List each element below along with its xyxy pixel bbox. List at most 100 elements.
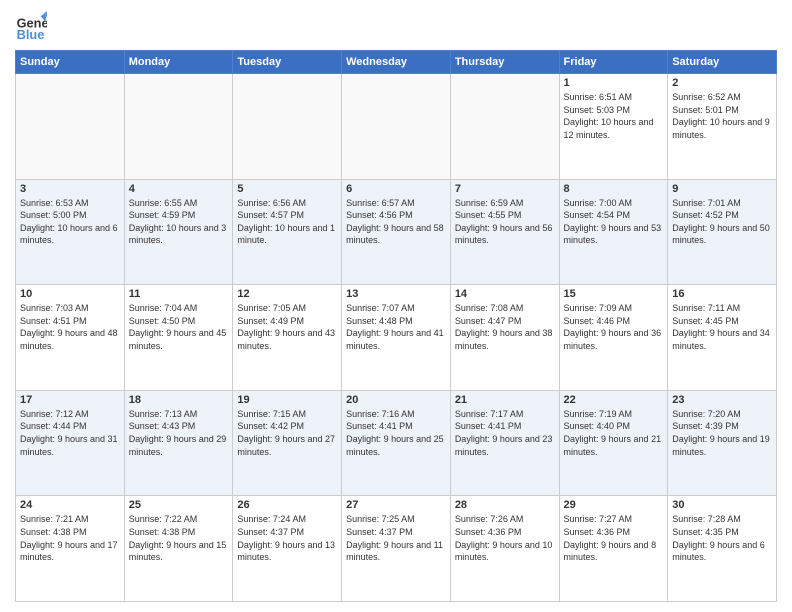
calendar-cell: 6 Sunrise: 6:57 AM Sunset: 4:56 PM Daylig…	[342, 179, 451, 285]
day-number: 22	[564, 394, 664, 406]
day-number: 18	[129, 394, 229, 406]
day-info: Sunrise: 7:11 AM Sunset: 4:45 PM Dayligh…	[672, 302, 772, 352]
calendar-week-3: 10 Sunrise: 7:03 AM Sunset: 4:51 PM Dayli…	[16, 285, 777, 391]
calendar-header-saturday: Saturday	[668, 51, 777, 74]
day-info: Sunrise: 7:12 AM Sunset: 4:44 PM Dayligh…	[20, 408, 120, 458]
calendar-cell: 8 Sunrise: 7:00 AM Sunset: 4:54 PM Daylig…	[559, 179, 668, 285]
calendar-header-tuesday: Tuesday	[233, 51, 342, 74]
day-number: 29	[564, 499, 664, 511]
calendar-cell: 11 Sunrise: 7:04 AM Sunset: 4:50 PM Dayli…	[124, 285, 233, 391]
calendar-cell: 2Sunrise: 6:52 AM Sunset: 5:01 PM Daylig…	[668, 74, 777, 180]
calendar-cell: 28Sunrise: 7:26 AM Sunset: 4:36 PM Dayli…	[450, 496, 559, 602]
calendar-cell: 5 Sunrise: 6:56 AM Sunset: 4:57 PM Daylig…	[233, 179, 342, 285]
day-info: Sunrise: 7:09 AM Sunset: 4:46 PM Dayligh…	[564, 302, 664, 352]
day-number: 19	[237, 394, 337, 406]
calendar-header-monday: Monday	[124, 51, 233, 74]
calendar-week-2: 3 Sunrise: 6:53 AM Sunset: 5:00 PM Daylig…	[16, 179, 777, 285]
day-info: Sunrise: 7:26 AM Sunset: 4:36 PM Dayligh…	[455, 513, 555, 563]
calendar-cell: 1Sunrise: 6:51 AM Sunset: 5:03 PM Daylig…	[559, 74, 668, 180]
day-number: 14	[455, 288, 555, 300]
calendar-cell: 17 Sunrise: 7:12 AM Sunset: 4:44 PM Dayli…	[16, 390, 125, 496]
calendar-cell: 23 Sunrise: 7:20 AM Sunset: 4:39 PM Dayli…	[668, 390, 777, 496]
day-number: 5	[237, 183, 337, 195]
calendar-cell: 22 Sunrise: 7:19 AM Sunset: 4:40 PM Dayli…	[559, 390, 668, 496]
day-number: 11	[129, 288, 229, 300]
calendar-cell: 27 Sunrise: 7:25 AM Sunset: 4:37 PM Dayli…	[342, 496, 451, 602]
day-info: Sunrise: 7:20 AM Sunset: 4:39 PM Dayligh…	[672, 408, 772, 458]
calendar-cell: 3 Sunrise: 6:53 AM Sunset: 5:00 PM Daylig…	[16, 179, 125, 285]
day-info: Sunrise: 6:55 AM Sunset: 4:59 PM Dayligh…	[129, 197, 229, 247]
day-number: 23	[672, 394, 772, 406]
day-number: 6	[346, 183, 446, 195]
calendar-cell	[16, 74, 125, 180]
calendar-header-row: SundayMondayTuesdayWednesdayThursdayFrid…	[16, 51, 777, 74]
day-info: Sunrise: 6:59 AM Sunset: 4:55 PM Dayligh…	[455, 197, 555, 247]
calendar-cell: 18 Sunrise: 7:13 AM Sunset: 4:43 PM Dayli…	[124, 390, 233, 496]
calendar-cell	[450, 74, 559, 180]
day-info: Sunrise: 7:01 AM Sunset: 4:52 PM Dayligh…	[672, 197, 772, 247]
day-info: Sunrise: 7:19 AM Sunset: 4:40 PM Dayligh…	[564, 408, 664, 458]
day-info: Sunrise: 7:28 AM Sunset: 4:35 PM Dayligh…	[672, 513, 772, 563]
calendar-header-wednesday: Wednesday	[342, 51, 451, 74]
day-number: 26	[237, 499, 337, 511]
calendar-cell: 21 Sunrise: 7:17 AM Sunset: 4:41 PM Dayli…	[450, 390, 559, 496]
day-info: Sunrise: 7:15 AM Sunset: 4:42 PM Dayligh…	[237, 408, 337, 458]
calendar-week-4: 17 Sunrise: 7:12 AM Sunset: 4:44 PM Dayli…	[16, 390, 777, 496]
day-number: 21	[455, 394, 555, 406]
logo: General Blue	[15, 10, 51, 42]
day-number: 8	[564, 183, 664, 195]
day-number: 15	[564, 288, 664, 300]
calendar-week-5: 24Sunrise: 7:21 AM Sunset: 4:38 PM Dayli…	[16, 496, 777, 602]
calendar-cell: 19 Sunrise: 7:15 AM Sunset: 4:42 PM Dayli…	[233, 390, 342, 496]
day-info: Sunrise: 7:25 AM Sunset: 4:37 PM Dayligh…	[346, 513, 446, 563]
calendar-cell: 7 Sunrise: 6:59 AM Sunset: 4:55 PM Daylig…	[450, 179, 559, 285]
calendar-cell: 16 Sunrise: 7:11 AM Sunset: 4:45 PM Dayli…	[668, 285, 777, 391]
calendar-header-thursday: Thursday	[450, 51, 559, 74]
day-info: Sunrise: 6:51 AM Sunset: 5:03 PM Dayligh…	[564, 91, 664, 141]
calendar-header-sunday: Sunday	[16, 51, 125, 74]
day-info: Sunrise: 6:56 AM Sunset: 4:57 PM Dayligh…	[237, 197, 337, 247]
day-info: Sunrise: 7:08 AM Sunset: 4:47 PM Dayligh…	[455, 302, 555, 352]
day-number: 3	[20, 183, 120, 195]
day-number: 16	[672, 288, 772, 300]
calendar-cell: 25 Sunrise: 7:22 AM Sunset: 4:38 PM Dayli…	[124, 496, 233, 602]
calendar-cell: 20 Sunrise: 7:16 AM Sunset: 4:41 PM Dayli…	[342, 390, 451, 496]
day-info: Sunrise: 7:21 AM Sunset: 4:38 PM Dayligh…	[20, 513, 120, 563]
calendar-cell: 13Sunrise: 7:07 AM Sunset: 4:48 PM Dayli…	[342, 285, 451, 391]
logo-icon: General Blue	[15, 10, 47, 42]
day-info: Sunrise: 6:53 AM Sunset: 5:00 PM Dayligh…	[20, 197, 120, 247]
day-info: Sunrise: 7:16 AM Sunset: 4:41 PM Dayligh…	[346, 408, 446, 458]
day-info: Sunrise: 7:04 AM Sunset: 4:50 PM Dayligh…	[129, 302, 229, 352]
calendar-cell	[124, 74, 233, 180]
calendar-cell: 10 Sunrise: 7:03 AM Sunset: 4:51 PM Dayli…	[16, 285, 125, 391]
calendar-cell: 30Sunrise: 7:28 AM Sunset: 4:35 PM Dayli…	[668, 496, 777, 602]
calendar-week-1: 1Sunrise: 6:51 AM Sunset: 5:03 PM Daylig…	[16, 74, 777, 180]
day-info: Sunrise: 6:57 AM Sunset: 4:56 PM Dayligh…	[346, 197, 446, 247]
day-number: 12	[237, 288, 337, 300]
calendar-table: SundayMondayTuesdayWednesdayThursdayFrid…	[15, 50, 777, 602]
calendar-cell	[233, 74, 342, 180]
calendar-cell: 15 Sunrise: 7:09 AM Sunset: 4:46 PM Dayli…	[559, 285, 668, 391]
day-info: Sunrise: 7:13 AM Sunset: 4:43 PM Dayligh…	[129, 408, 229, 458]
calendar-cell: 4 Sunrise: 6:55 AM Sunset: 4:59 PM Daylig…	[124, 179, 233, 285]
day-info: Sunrise: 7:22 AM Sunset: 4:38 PM Dayligh…	[129, 513, 229, 563]
day-number: 27	[346, 499, 446, 511]
day-number: 25	[129, 499, 229, 511]
page: General Blue SundayMondayTuesdayWednesda…	[0, 0, 792, 612]
day-number: 4	[129, 183, 229, 195]
day-number: 9	[672, 183, 772, 195]
header: General Blue	[15, 10, 777, 42]
day-number: 2	[672, 77, 772, 89]
calendar-header-friday: Friday	[559, 51, 668, 74]
day-info: Sunrise: 7:03 AM Sunset: 4:51 PM Dayligh…	[20, 302, 120, 352]
calendar-cell: 14 Sunrise: 7:08 AM Sunset: 4:47 PM Dayli…	[450, 285, 559, 391]
day-number: 7	[455, 183, 555, 195]
day-info: Sunrise: 7:00 AM Sunset: 4:54 PM Dayligh…	[564, 197, 664, 247]
day-number: 20	[346, 394, 446, 406]
calendar-cell: 12Sunrise: 7:05 AM Sunset: 4:49 PM Dayli…	[233, 285, 342, 391]
day-number: 17	[20, 394, 120, 406]
day-info: Sunrise: 7:07 AM Sunset: 4:48 PM Dayligh…	[346, 302, 446, 352]
day-info: Sunrise: 7:17 AM Sunset: 4:41 PM Dayligh…	[455, 408, 555, 458]
svg-text:Blue: Blue	[17, 27, 45, 42]
day-number: 10	[20, 288, 120, 300]
